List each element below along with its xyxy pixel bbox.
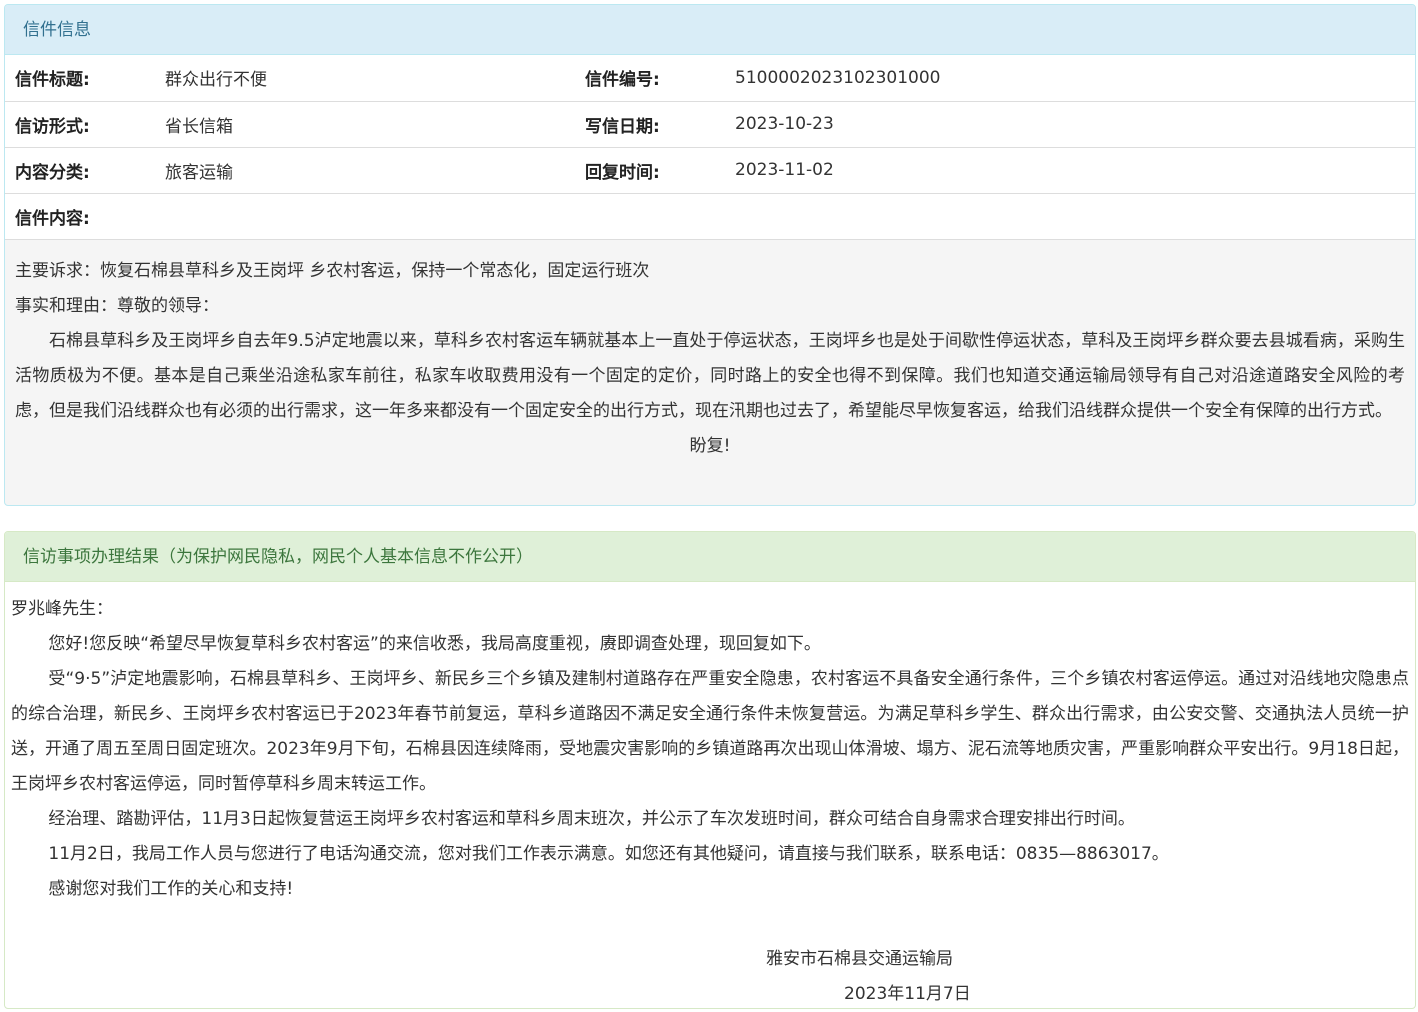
content-label: 信件内容: xyxy=(5,193,1415,240)
form-value: 省长信箱 xyxy=(155,101,575,148)
title-label: 信件标题: xyxy=(5,55,155,102)
letter-number-value: 5100002023102301000 xyxy=(725,55,1415,102)
salutation: 罗兆峰先生： xyxy=(11,599,113,619)
table-row: 信件内容: xyxy=(5,193,1415,240)
reply-content: 罗兆峰先生： 您好!您反映“希望尽早恢复草科乡农村客运”的来信收悉，我局高度重视… xyxy=(5,582,1415,1012)
result-heading: 信访事项办理结果（为保护网民隐私，网民个人基本信息不作公开） xyxy=(5,532,1415,582)
reply-paragraph: 您好!您反映“希望尽早恢复草科乡农村客运”的来信收悉，我局高度重视，赓即调查处理… xyxy=(48,634,821,654)
letter-info-panel: 信件信息 信件标题: 群众出行不便 信件编号: 5100002023102301… xyxy=(4,4,1416,506)
write-date-value: 2023-10-23 xyxy=(725,101,1415,148)
reply-time-label: 回复时间: xyxy=(575,147,725,194)
signature-date: 2023年11月7日 xyxy=(844,984,971,1004)
reply-time-value: 2023-11-02 xyxy=(725,147,1415,194)
table-row: 内容分类: 旅客运输 回复时间: 2023-11-02 xyxy=(5,147,1415,194)
reply-paragraph: 经治理、踏勘评估，11月3日起恢复营运王岗坪乡农村客运和草科乡周末班次，并公示了… xyxy=(48,809,1135,829)
table-row: 信件标题: 群众出行不便 信件编号: 5100002023102301000 xyxy=(5,55,1415,102)
letter-content: 主要诉求：恢复石棉县草科乡及王岗坪 乡农村客运，保持一个常态化，固定运行班次 事… xyxy=(5,239,1415,464)
table-row: 信访形式: 省长信箱 写信日期: 2023-10-23 xyxy=(5,101,1415,148)
letter-closing: 盼复! xyxy=(689,435,731,456)
category-label: 内容分类: xyxy=(5,147,155,194)
reply-paragraph: 受“9·5”泸定地震影响，石棉县草科乡、王岗坪乡、新民乡三个乡镇及建制村道路存在… xyxy=(11,669,1409,794)
facts-reasons: 事实和理由：尊敬的领导： xyxy=(15,295,219,316)
letter-body: 石棉县草科乡及王岗坪乡自去年9.5泸定地震以来，草科乡农村客运车辆就基本上一直处… xyxy=(15,330,1405,421)
result-panel: 信访事项办理结果（为保护网民隐私，网民个人基本信息不作公开） 罗兆峰先生： 您好… xyxy=(4,531,1416,1009)
title-value: 群众出行不便 xyxy=(155,55,575,102)
write-date-label: 写信日期: xyxy=(575,101,725,148)
form-label: 信访形式: xyxy=(5,101,155,148)
reply-paragraph: 感谢您对我们工作的关心和支持! xyxy=(48,879,294,899)
reply-paragraph: 11月2日，我局工作人员与您进行了电话沟通交流，您对我们工作表示满意。如您还有其… xyxy=(48,844,1169,864)
letter-meta-table: 信件标题: 群众出行不便 信件编号: 5100002023102301000 信… xyxy=(5,55,1415,240)
main-request: 主要诉求：恢复石棉县草科乡及王岗坪 乡农村客运，保持一个常态化，固定运行班次 xyxy=(15,260,650,281)
letter-number-label: 信件编号: xyxy=(575,55,725,102)
category-value: 旅客运输 xyxy=(155,147,575,194)
letter-info-heading: 信件信息 xyxy=(5,5,1415,55)
signature: 雅安市石棉县交通运输局 xyxy=(766,949,953,969)
